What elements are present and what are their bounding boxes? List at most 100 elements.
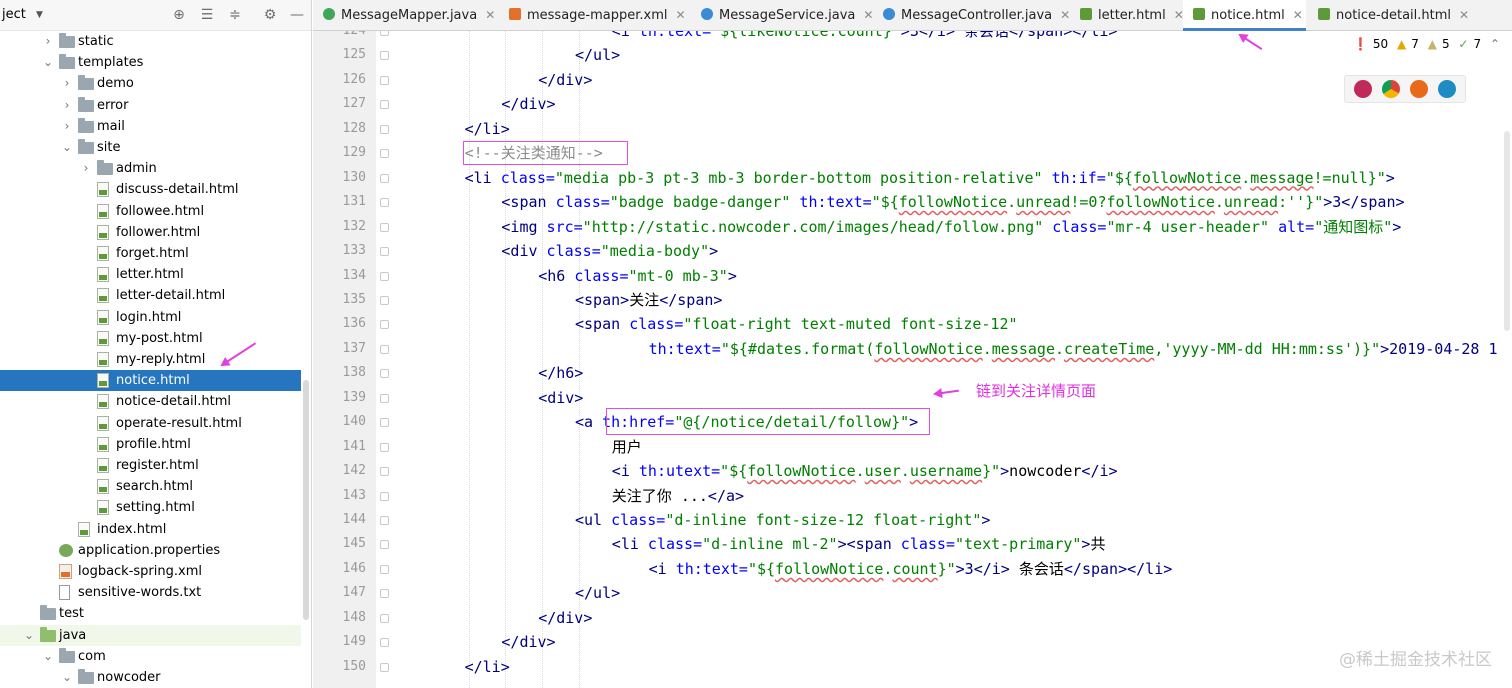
tree-item[interactable]: index.html xyxy=(0,519,301,540)
chevron-right-icon[interactable]: › xyxy=(60,95,74,116)
tree-item[interactable]: ⌄ nowcoder xyxy=(0,667,301,688)
fold-marker-icon[interactable] xyxy=(380,442,389,452)
chevron-right-icon[interactable]: › xyxy=(60,116,74,137)
locate-file-icon[interactable]: ⊕ xyxy=(170,6,188,24)
editor-tab[interactable]: notice-detail.html ✕ xyxy=(1308,0,1469,31)
close-icon[interactable]: ✕ xyxy=(1459,8,1469,22)
tree-item[interactable]: operate-result.html xyxy=(0,413,301,434)
code-line[interactable]: </div> xyxy=(501,630,555,654)
close-icon[interactable]: ✕ xyxy=(1293,8,1303,22)
code-line[interactable]: </ul> xyxy=(575,43,620,67)
tree-item[interactable]: › admin xyxy=(0,158,301,179)
tree-item[interactable]: › error xyxy=(0,95,301,116)
fold-marker-icon[interactable] xyxy=(380,516,389,525)
close-icon[interactable]: ✕ xyxy=(1060,8,1070,22)
tree-item[interactable]: logback-spring.xml xyxy=(0,561,301,582)
code-line[interactable]: </div> xyxy=(538,68,592,92)
project-scrollbar[interactable] xyxy=(303,380,309,620)
chevron-down-icon[interactable]: ⌄ xyxy=(41,52,55,73)
tree-item[interactable]: › demo xyxy=(0,73,301,94)
fold-marker-icon[interactable] xyxy=(380,418,389,428)
tree-item[interactable]: notice.html xyxy=(0,370,301,392)
fold-marker-icon[interactable] xyxy=(380,491,389,501)
code-line[interactable]: <span>关注</span> xyxy=(575,288,722,312)
fold-marker-icon[interactable] xyxy=(380,393,389,403)
code-line[interactable]: <div class="media-body"> xyxy=(501,239,718,263)
tree-item[interactable]: setting.html xyxy=(0,497,301,518)
chevron-down-icon[interactable]: ⌄ xyxy=(41,646,55,667)
code-line[interactable]: 用户 xyxy=(612,435,642,459)
tree-item[interactable]: ⌄ templates xyxy=(0,52,301,73)
fold-marker-icon[interactable] xyxy=(380,662,389,672)
chevron-down-icon[interactable]: ▼ xyxy=(36,10,43,20)
code-line[interactable]: <i th:utext="${followNotice.user.usernam… xyxy=(612,459,1118,483)
fold-marker-icon[interactable] xyxy=(380,271,389,281)
tree-item[interactable]: sensitive-words.txt xyxy=(0,582,301,603)
fold-marker-icon[interactable] xyxy=(380,100,389,110)
fold-marker-icon[interactable] xyxy=(380,638,389,648)
tree-item[interactable]: register.html xyxy=(0,455,301,476)
code-line[interactable]: </li> xyxy=(465,117,510,141)
code-line[interactable]: 关注了你 ...</a> xyxy=(612,484,744,508)
fold-marker-icon[interactable] xyxy=(380,295,389,305)
fold-marker-icon[interactable] xyxy=(380,613,389,623)
tree-item[interactable]: my-reply.html xyxy=(0,349,301,370)
intellij-browser-icon[interactable] xyxy=(1353,80,1372,98)
fold-marker-icon[interactable] xyxy=(380,149,389,159)
tree-item[interactable]: › static xyxy=(0,31,301,52)
code-editor[interactable]: 124 125 126 127 128 129 130 131 132 133 134 135 136 1… xyxy=(313,31,1512,688)
tree-item[interactable]: profile.html xyxy=(0,434,301,455)
fold-marker-icon[interactable] xyxy=(380,320,389,330)
tree-item[interactable]: › mail xyxy=(0,116,301,137)
tree-item[interactable]: letter-detail.html xyxy=(0,285,301,306)
code-line[interactable]: <ul class="d-inline font-size-12 float-r… xyxy=(575,508,990,532)
chevron-down-icon[interactable]: ⌄ xyxy=(60,137,74,158)
fold-marker-icon[interactable] xyxy=(380,564,389,574)
collapse-all-icon[interactable]: ≑ xyxy=(226,6,244,24)
tree-item[interactable]: notice-detail.html xyxy=(0,391,301,412)
fold-marker-icon[interactable] xyxy=(380,344,389,354)
hide-panel-icon[interactable]: — xyxy=(288,6,306,24)
tree-item[interactable]: follower.html xyxy=(0,222,301,243)
tree-item[interactable]: application.properties xyxy=(0,540,301,561)
code-line[interactable]: <div> xyxy=(538,386,583,410)
code-line[interactable]: </li> xyxy=(465,655,510,679)
fold-marker-icon[interactable] xyxy=(380,467,389,477)
chevron-down-icon[interactable]: ⌄ xyxy=(60,667,74,688)
tree-item[interactable]: followee.html xyxy=(0,201,301,222)
editor-tab[interactable]: letter.html ✕ xyxy=(1070,0,1184,31)
expand-all-icon[interactable]: ☰ xyxy=(198,6,216,24)
tree-item[interactable]: ⌄ site xyxy=(0,137,301,158)
editor-tab[interactable]: message-mapper.xml ✕ xyxy=(499,0,689,31)
code-line[interactable]: <img src="http://static.nowcoder.com/ima… xyxy=(501,215,1401,239)
tree-item[interactable]: ⌄ com xyxy=(0,646,301,667)
code-line[interactable]: </h6> xyxy=(538,361,583,385)
code-line[interactable]: th:text="${#dates.format(followNotice.me… xyxy=(649,337,1498,361)
chevron-right-icon[interactable]: › xyxy=(41,31,55,52)
editor-tab[interactable]: MessageMapper.java ✕ xyxy=(313,0,497,31)
code-line[interactable]: <h6 class="mt-0 mb-3"> xyxy=(538,264,737,288)
chevron-up-icon[interactable]: ⌃ xyxy=(1490,37,1500,51)
inspection-widget[interactable]: ❗ 50 ▲ 7 ▲ 5 ✓ 7 ⌃ xyxy=(1348,37,1500,51)
tree-item[interactable]: login.html xyxy=(0,307,301,328)
code-line[interactable]: <span class="float-right text-muted font… xyxy=(575,312,1018,336)
code-line[interactable]: </div> xyxy=(501,92,555,116)
code-line[interactable]: <li class="d-inline ml-2"><span class="t… xyxy=(612,532,1106,556)
fold-marker-icon[interactable] xyxy=(380,198,389,208)
gear-icon[interactable]: ⚙ xyxy=(261,6,279,24)
close-icon[interactable]: ✕ xyxy=(863,8,873,22)
tree-item[interactable]: search.html xyxy=(0,476,301,497)
code-line[interactable]: </ul> xyxy=(575,581,620,605)
tree-item[interactable]: letter.html xyxy=(0,264,301,285)
tree-item[interactable]: discuss-detail.html xyxy=(0,179,301,200)
tree-item[interactable]: forget.html xyxy=(0,243,301,264)
fold-marker-icon[interactable] xyxy=(380,589,389,599)
fold-marker-icon[interactable] xyxy=(380,31,389,36)
fold-marker-icon[interactable] xyxy=(380,369,389,379)
fold-marker-icon[interactable] xyxy=(380,75,389,85)
fold-marker-icon[interactable] xyxy=(380,247,389,257)
chevron-down-icon[interactable]: ⌄ xyxy=(22,625,36,646)
code-line[interactable]: <i th:text="${followNotice.count}">3</i>… xyxy=(649,557,1173,581)
editor-tab[interactable]: notice.html ✕ xyxy=(1183,0,1306,31)
tree-item[interactable]: test xyxy=(0,603,301,624)
